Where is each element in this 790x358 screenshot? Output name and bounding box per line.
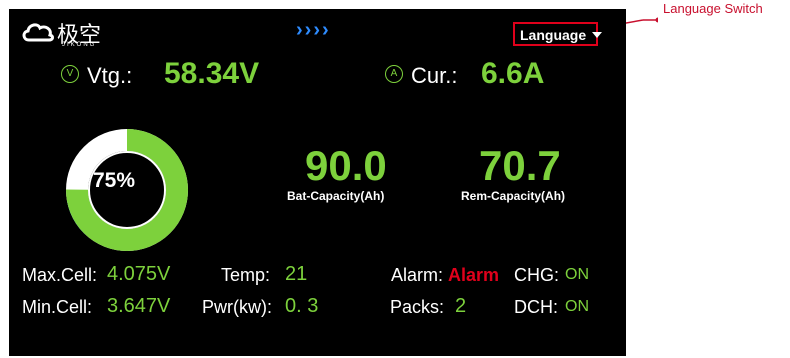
language-switch-button[interactable]: Language xyxy=(513,22,603,46)
packs-value: 2 xyxy=(455,295,467,317)
voltage-icon: V xyxy=(61,65,79,83)
bat-capacity-value: 90.0 xyxy=(305,142,387,189)
chg-status: ON xyxy=(565,266,589,283)
page-indicator-arrows: ›››› xyxy=(296,19,331,41)
current-label: Cur.: xyxy=(411,63,458,88)
chg-label: CHG: xyxy=(514,265,559,285)
rem-capacity-value: 70.7 xyxy=(479,142,561,189)
tab-packs[interactable]: PACKS xyxy=(254,330,389,356)
rem-capacity-label: Rem-Capacity(Ah) xyxy=(461,189,566,203)
pwr-value: 0. 3 xyxy=(285,295,319,317)
tab-group[interactable]: GROUP xyxy=(44,330,184,356)
pwr-label: Pwr(kw): xyxy=(202,297,272,317)
current-value: 6.6A xyxy=(481,57,545,90)
alarm-status: Alarm xyxy=(448,265,500,285)
language-label: Language xyxy=(520,27,587,43)
temp-label: Temp: xyxy=(221,265,271,285)
device-screen: 极空 JIKONG ›››› Language V Vtg.: 58.34V A… xyxy=(9,9,626,356)
tab-label: SETTING xyxy=(494,335,564,352)
bat-capacity-label: Bat-Capacity(Ah) xyxy=(287,189,385,203)
soc-percent: 75% xyxy=(93,169,136,192)
max-cell-label: Max.Cell: xyxy=(22,265,98,285)
dch-status: ON xyxy=(565,298,589,315)
language-switch-callout: Language Switch xyxy=(663,1,763,16)
voltage-label: Vtg.: xyxy=(87,63,133,88)
cloud-logo-icon xyxy=(22,23,54,42)
min-cell-label: Min.Cell: xyxy=(22,297,93,317)
packs-label: Packs: xyxy=(390,297,445,317)
tab-label: PACKS xyxy=(294,335,349,352)
current-icon: A xyxy=(385,65,403,83)
tab-label: GROUP xyxy=(84,335,144,352)
tab-setting[interactable]: SETTING xyxy=(459,330,599,356)
max-cell-value: 4.075V xyxy=(107,263,171,285)
voltage-value: 58.34V xyxy=(164,57,260,90)
chevron-down-icon xyxy=(592,32,603,38)
dch-label: DCH: xyxy=(514,297,558,317)
min-cell-value: 3.647V xyxy=(107,295,171,317)
temp-value: 21 xyxy=(285,263,308,285)
alarm-label: Alarm: xyxy=(391,265,444,285)
brand-subtitle: JIKONG xyxy=(62,42,97,48)
